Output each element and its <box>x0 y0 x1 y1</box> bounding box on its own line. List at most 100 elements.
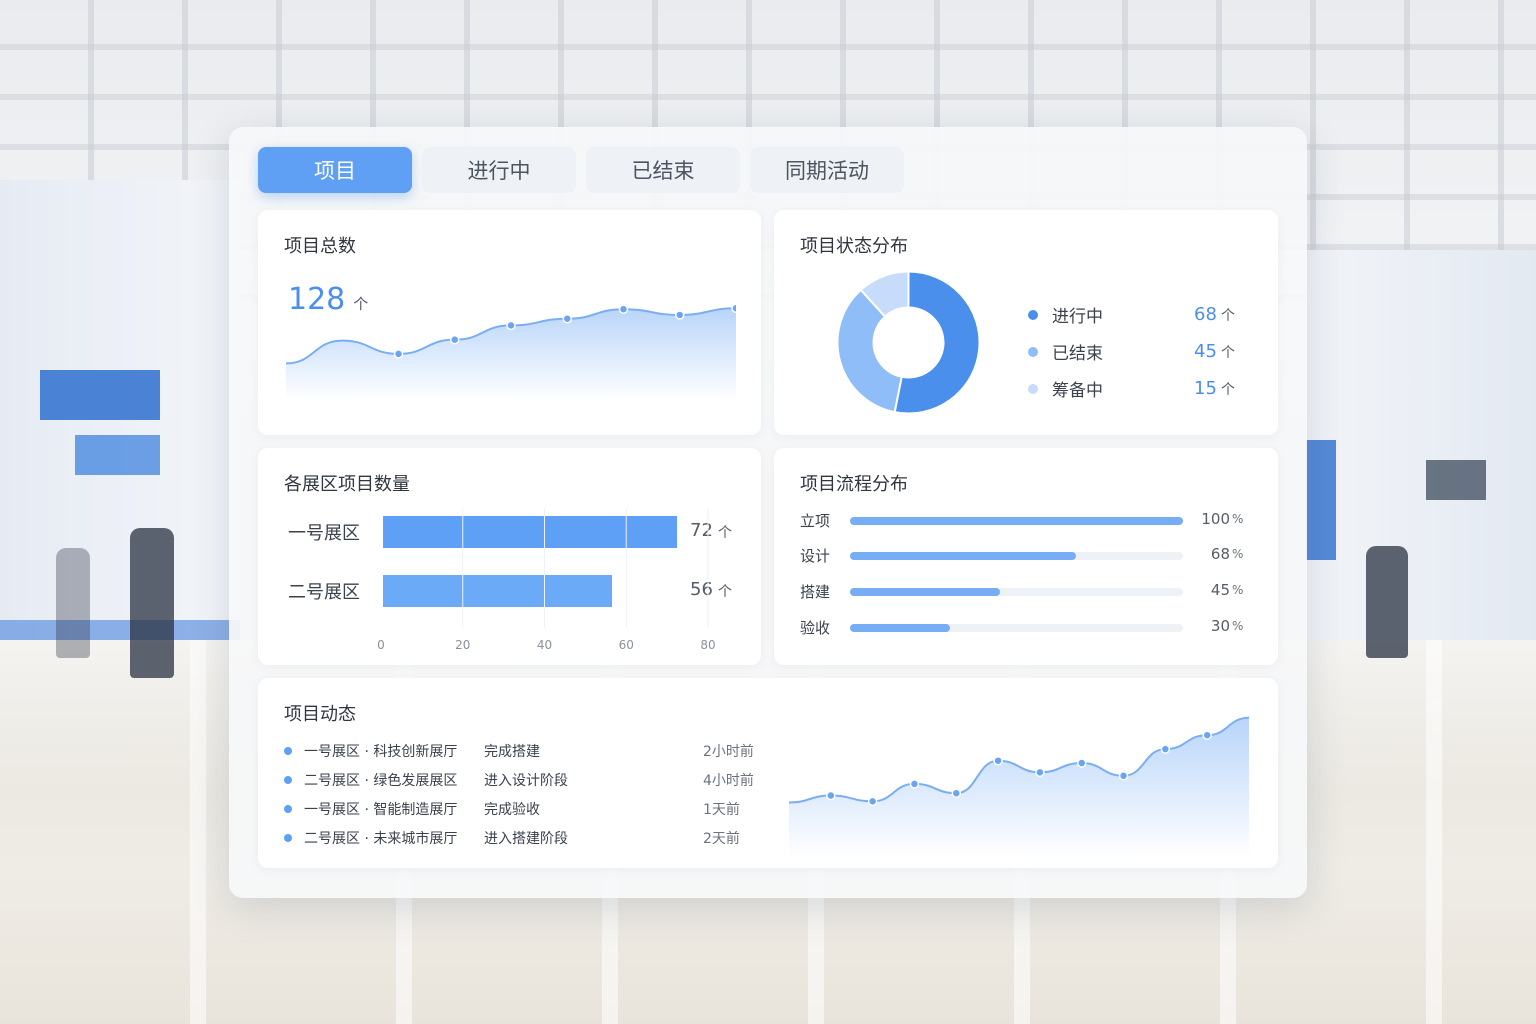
data-point <box>450 334 460 345</box>
tab-in-progress[interactable]: 进行中 <box>422 147 576 193</box>
card-title: 项目动态 <box>284 704 356 725</box>
dashboard-panel: 项目 进行中 已结束 同期活动 项目总数 128 个 项目状态分布 进行中 68… <box>229 127 1307 898</box>
status-donut-chart <box>836 270 981 415</box>
project-activity-card: 项目动态 一号展区 · 科技创新展厅 完成搭建 2小时前 二号展区 · 绿色发展… <box>258 678 1278 868</box>
left-booth <box>0 180 240 680</box>
zone-projects-card: 各展区项目数量 一号展区 72 个 二号展区 56 个 0 20 40 60 80 <box>258 448 761 665</box>
visitor <box>130 528 174 678</box>
flow-progress-bar <box>850 588 1000 596</box>
flow-unit: % <box>1232 512 1244 526</box>
data-point <box>506 320 516 331</box>
area-fill <box>789 717 1249 858</box>
axis-tick-label: 40 <box>537 638 552 652</box>
legend-value: 68 <box>1194 304 1217 325</box>
activity-zone: 二号展区 · 未来城市展厅 <box>304 830 458 847</box>
flow-label: 设计 <box>800 547 831 565</box>
legend-dot <box>1028 383 1038 394</box>
flow-unit: % <box>1232 583 1244 597</box>
legend-item-in-progress: 进行中 68 个 <box>1028 296 1243 333</box>
flow-progress-bar <box>850 517 1183 525</box>
data-point <box>618 304 629 314</box>
data-point <box>951 788 962 798</box>
zone-axis: 0 20 40 60 80 <box>377 508 716 652</box>
legend-value: 15 <box>1194 378 1217 399</box>
flow-value: 45 <box>1210 581 1230 599</box>
flow-track <box>850 552 1183 560</box>
flow-label: 立项 <box>800 512 831 530</box>
data-point <box>993 755 1003 766</box>
axis-tick-label: 0 <box>377 638 385 652</box>
activity-action: 完成搭建 <box>484 743 540 760</box>
activity-time: 2小时前 <box>703 743 754 760</box>
project-status-card: 项目状态分布 进行中 68 个 已结束 45 个 筹备中 15 个 <box>774 210 1278 435</box>
data-point <box>1202 730 1212 740</box>
tab-finished[interactable]: 已结束 <box>586 147 740 193</box>
project-flow-card: 项目流程分布 立项 100 % 设计 68 % 搭建 45 % 验收 30 % <box>774 448 1278 665</box>
total-number: 128 <box>288 282 346 317</box>
bullet-dot <box>284 775 292 784</box>
status-legend: 进行中 68 个 已结束 45 个 筹备中 15 个 <box>1028 296 1243 407</box>
legend-item-finished: 已结束 45 个 <box>1028 333 1243 370</box>
tab-bar: 项目 进行中 已结束 同期活动 <box>258 147 904 193</box>
tab-concurrent-events[interactable]: 同期活动 <box>750 147 904 193</box>
legend-unit: 个 <box>1221 381 1235 398</box>
activity-trend-chart <box>789 716 1249 858</box>
axis-tick-label: 80 <box>700 638 715 652</box>
activity-item[interactable]: 一号展区 · 智能制造展厅 完成验收 1天前 <box>284 794 784 823</box>
activity-list: 一号展区 · 科技创新展厅 完成搭建 2小时前 二号展区 · 绿色发展展区 进入… <box>284 736 784 852</box>
booth-sign <box>1306 440 1336 560</box>
card-title: 项目流程分布 <box>800 474 908 495</box>
activity-item[interactable]: 二号展区 · 绿色发展展区 进入设计阶段 4小时前 <box>284 765 784 794</box>
legend-unit: 个 <box>1221 344 1235 361</box>
activity-action: 进入设计阶段 <box>484 772 568 789</box>
flow-track <box>850 588 1183 596</box>
legend-label: 筹备中 <box>1052 381 1103 401</box>
legend-label: 已结束 <box>1052 344 1103 364</box>
activity-time: 2天前 <box>703 830 740 847</box>
activity-action: 进入搭建阶段 <box>484 830 568 847</box>
activity-zone: 一号展区 · 智能制造展厅 <box>304 801 458 818</box>
data-point <box>1076 758 1087 768</box>
flow-track <box>850 624 1183 632</box>
activity-item[interactable]: 二号展区 · 未来城市展厅 进入搭建阶段 2天前 <box>284 823 784 852</box>
activity-zone: 二号展区 · 绿色发展展区 <box>304 772 458 789</box>
data-point <box>909 779 920 789</box>
data-point <box>1118 771 1129 781</box>
card-title: 项目总数 <box>284 236 356 257</box>
flow-row: 验收 30 % <box>774 615 1278 639</box>
data-point <box>393 349 404 359</box>
flow-progress-bar <box>850 624 950 632</box>
legend-unit: 个 <box>1221 307 1235 324</box>
project-total-card: 项目总数 128 个 <box>258 210 761 435</box>
right-booth <box>1306 250 1536 670</box>
activity-time: 4小时前 <box>703 772 754 789</box>
flow-row: 设计 68 % <box>774 543 1278 567</box>
activity-zone: 一号展区 · 科技创新展厅 <box>304 743 458 760</box>
data-point <box>675 310 685 320</box>
flow-value: 100 <box>1201 510 1230 528</box>
flow-unit: % <box>1232 619 1244 633</box>
axis-tick-label: 20 <box>455 638 470 652</box>
data-point <box>1035 767 1045 778</box>
visitor <box>56 548 90 658</box>
legend-label: 进行中 <box>1052 307 1103 327</box>
booth-sign <box>75 435 160 475</box>
flow-unit: % <box>1232 547 1244 561</box>
tab-projects[interactable]: 项目 <box>258 147 412 193</box>
legend-dot <box>1028 309 1038 320</box>
bullet-dot <box>284 746 292 755</box>
flow-progress-bar <box>850 552 1077 560</box>
flow-value: 30 <box>1210 617 1230 635</box>
data-point <box>826 790 836 801</box>
activity-item[interactable]: 一号展区 · 科技创新展厅 完成搭建 2小时前 <box>284 736 784 765</box>
booth-screen <box>1426 460 1486 500</box>
flow-label: 验收 <box>800 619 831 637</box>
legend-item-preparing: 筹备中 15 个 <box>1028 370 1243 407</box>
activity-time: 1天前 <box>703 801 740 818</box>
flow-label: 搭建 <box>800 583 831 601</box>
visitor <box>1366 546 1408 658</box>
axis-tick-label: 60 <box>619 638 634 652</box>
bullet-dot <box>284 833 292 842</box>
total-unit: 个 <box>353 295 369 313</box>
card-title: 项目状态分布 <box>800 236 908 257</box>
